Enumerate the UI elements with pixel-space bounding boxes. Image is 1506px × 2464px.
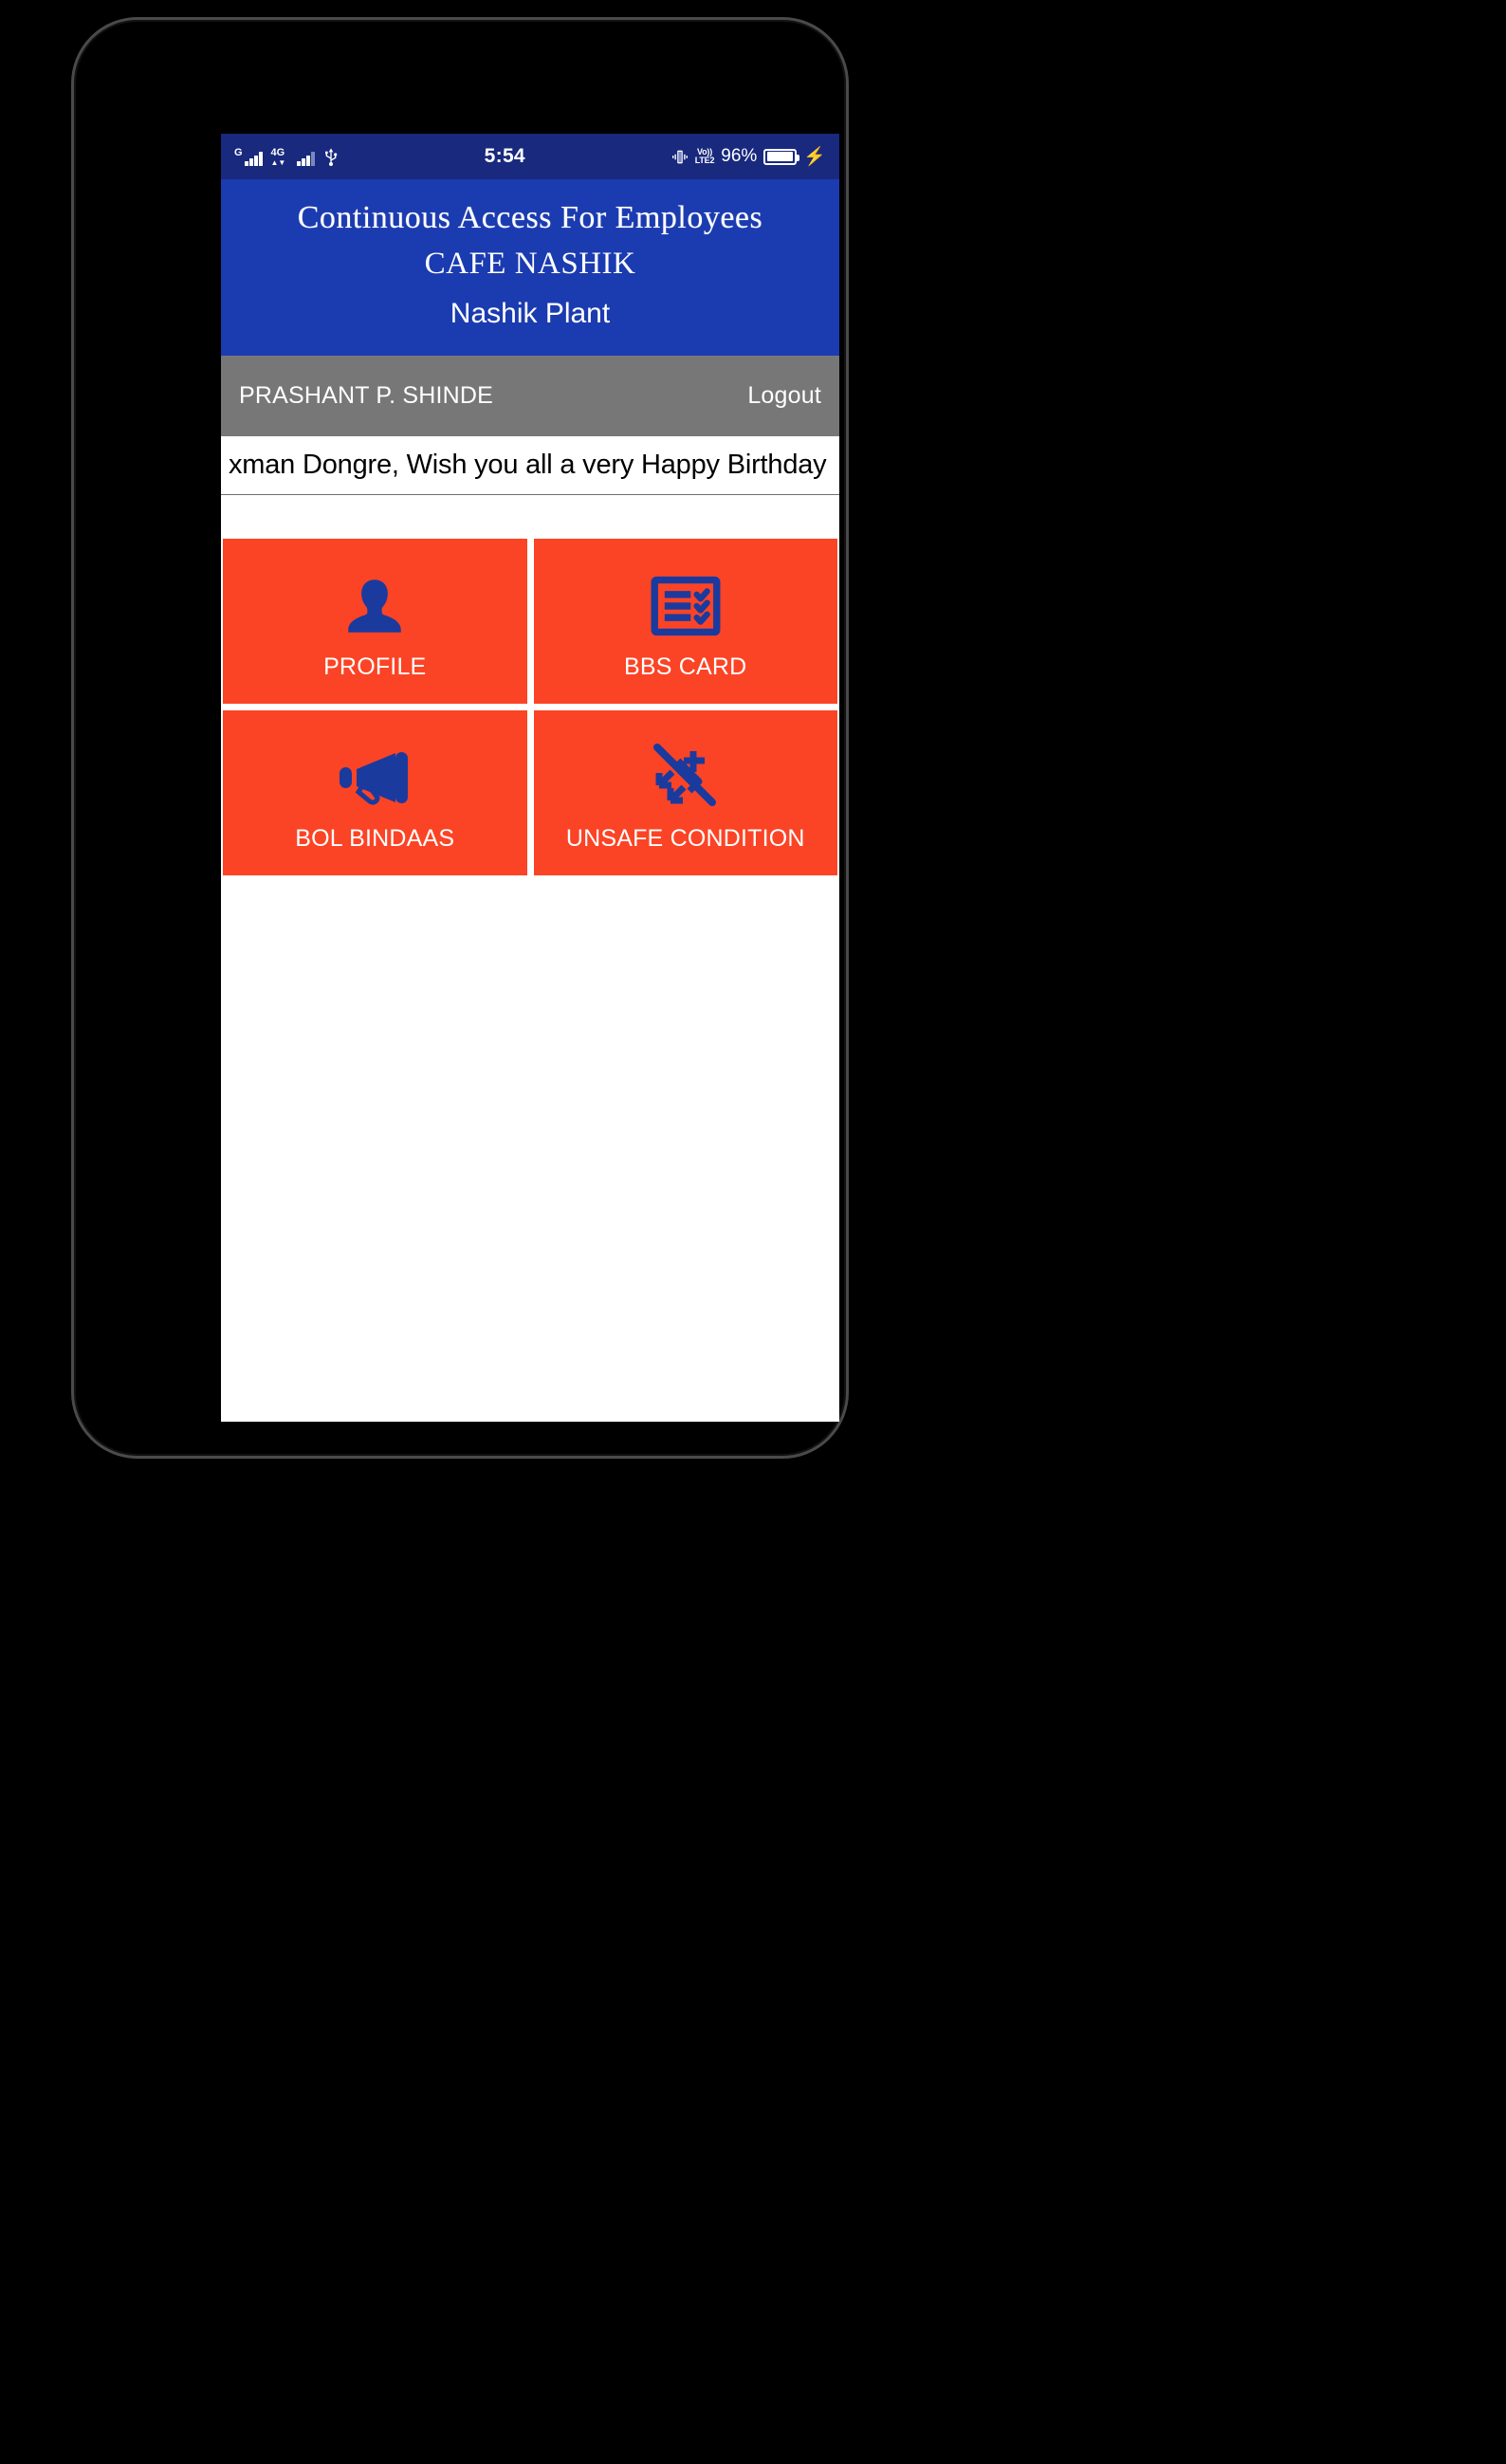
tile-bbs-card[interactable]: BBS CARD [533,538,837,704]
tile-unsafe-condition[interactable]: UNSAFE CONDITION [533,709,837,875]
content-area [221,874,839,1422]
network-type-4g-label: 4G [270,147,285,158]
user-bar: PRASHANT P. SHINDE Logout [221,355,839,436]
logout-button[interactable]: Logout [747,382,821,410]
app-subtitle: CAFE NASHIK [424,247,636,282]
status-bar-left-icons: G 4G ▲▼ [234,147,339,167]
unsafe-condition-icon [650,732,722,823]
spacer-strip [221,494,839,539]
volte-icon: Vo)) LTE2 [695,148,715,165]
phone-screen: G 4G ▲▼ 5:54 Vo)) LTE2 96% ⚡ Continuous … [221,134,839,1422]
person-icon [340,561,410,652]
status-bar-right-icons: Vo)) LTE2 96% ⚡ [671,146,826,167]
announcement-marquee: xman Dongre, Wish you all a very Happy B… [221,435,839,495]
signal-g-icon: G [234,147,263,166]
plant-name: Nashik Plant [450,297,611,329]
usb-icon [324,148,338,166]
tile-label: UNSAFE CONDITION [565,825,805,853]
data-transfer-arrows-icon: ▲▼ [270,158,286,167]
status-bar: G 4G ▲▼ 5:54 Vo)) LTE2 96% ⚡ [221,134,839,179]
signal-bars-4g [297,152,315,166]
announcement-text: xman Dongre, Wish you all a very Happy B… [229,449,827,480]
menu-tile-grid: PROFILE BBS CARD BOL BINDAAS UNSAFE COND… [221,538,839,875]
screenshot-stage: G 4G ▲▼ 5:54 Vo)) LTE2 96% ⚡ Continuous … [0,0,1506,2464]
app-header: Continuous Access For Employees CAFE NAS… [221,179,839,356]
tile-bol-bindaas[interactable]: BOL BINDAAS [223,709,527,875]
megaphone-icon [336,732,413,823]
app-title: Continuous Access For Employees [297,200,763,235]
signal-bars-g [245,152,263,166]
network-type-g-label: G [234,147,243,158]
tile-label: BOL BINDAAS [295,825,455,853]
status-bar-clock: 5:54 [484,145,525,167]
tile-profile[interactable]: PROFILE [223,538,527,704]
battery-percent-label: 96% [721,146,758,166]
tile-label: BBS CARD [624,653,747,681]
vibrate-icon [671,150,688,163]
signal-4g-icon: 4G ▲▼ [270,147,315,167]
user-name-label: PRASHANT P. SHINDE [239,381,494,409]
charging-bolt-icon: ⚡ [803,146,826,167]
volte-line-2: LTE2 [694,156,715,165]
phone-device-frame: G 4G ▲▼ 5:54 Vo)) LTE2 96% ⚡ Continuous … [71,17,849,1459]
tile-label: PROFILE [323,653,427,681]
checklist-icon [651,561,721,652]
battery-icon [763,148,800,165]
